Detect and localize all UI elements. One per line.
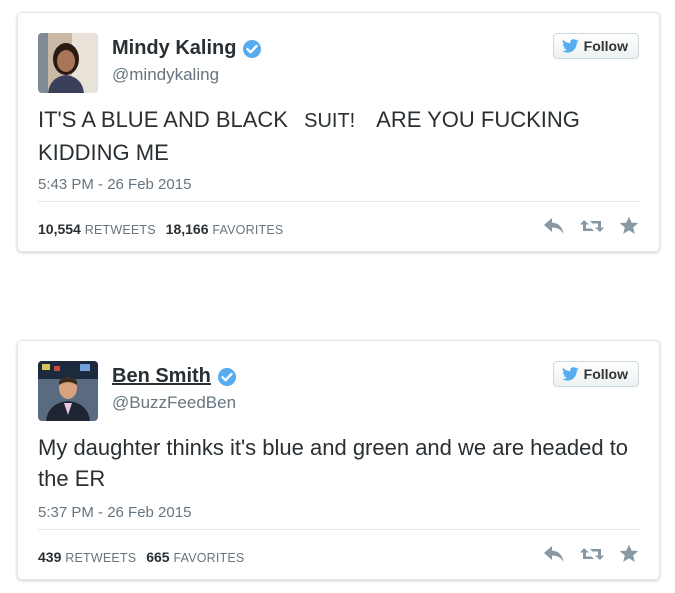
reply-icon[interactable] [543, 545, 565, 563]
verified-badge-icon [242, 39, 262, 59]
tweet-card-mindy: Mindy Kaling @mindykaling Follow IT'S A … [17, 12, 660, 252]
name-row: Mindy Kaling [112, 37, 262, 60]
retweets-label: RETWEETS [84, 223, 156, 237]
tweet-text-start: IT'S A BLUE AND BLACK [38, 107, 288, 132]
tweet-text: My daughter thinks it's blue and green a… [38, 435, 629, 491]
retweets-label: RETWEETS [65, 551, 137, 565]
retweets-count[interactable]: 439 [38, 549, 61, 565]
avatar[interactable] [38, 361, 98, 421]
follow-label: Follow [583, 366, 628, 382]
favorite-star-icon[interactable] [619, 216, 639, 235]
timestamp[interactable]: 5:43 PM - 26 Feb 2015 [38, 176, 191, 193]
retweet-icon[interactable] [579, 545, 605, 563]
retweet-icon[interactable] [579, 217, 605, 235]
tweet-actions [543, 544, 639, 563]
tweet-text: IT'S A BLUE AND BLACK SUIT! ARE YOU FUCK… [38, 104, 638, 168]
favorites-count[interactable]: 18,166 [166, 221, 209, 237]
avatar[interactable] [38, 33, 98, 93]
tweet-stats: 439 RETWEETS 665 FAVORITES [38, 549, 250, 565]
display-name[interactable]: Mindy Kaling [112, 37, 236, 60]
display-name[interactable]: Ben Smith [112, 365, 211, 388]
tweet-stats: 10,554 RETWEETS 18,166 FAVORITES [38, 221, 289, 237]
handle[interactable]: @BuzzFeedBen [112, 393, 236, 413]
divider [38, 201, 639, 202]
tweet-card-ben: Ben Smith @BuzzFeedBen Follow My daughte… [17, 340, 660, 580]
verified-badge-icon [217, 367, 237, 387]
follow-button[interactable]: Follow [552, 33, 639, 59]
twitter-bird-icon [561, 367, 579, 381]
name-row: Ben Smith [112, 365, 237, 388]
favorites-count[interactable]: 665 [146, 549, 169, 565]
reply-icon[interactable] [543, 217, 565, 235]
retweets-count[interactable]: 10,554 [38, 221, 81, 237]
favorite-star-icon[interactable] [619, 544, 639, 563]
favorites-label: FAVORITES [212, 223, 284, 237]
tweet-text-patch: SUIT! [294, 106, 372, 137]
twitter-bird-icon [561, 39, 579, 53]
tweet-actions [543, 216, 639, 235]
divider [38, 529, 639, 530]
handle[interactable]: @mindykaling [112, 65, 219, 85]
follow-button[interactable]: Follow [552, 361, 639, 387]
follow-label: Follow [583, 38, 628, 54]
favorites-label: FAVORITES [173, 551, 245, 565]
timestamp[interactable]: 5:37 PM - 26 Feb 2015 [38, 504, 191, 521]
